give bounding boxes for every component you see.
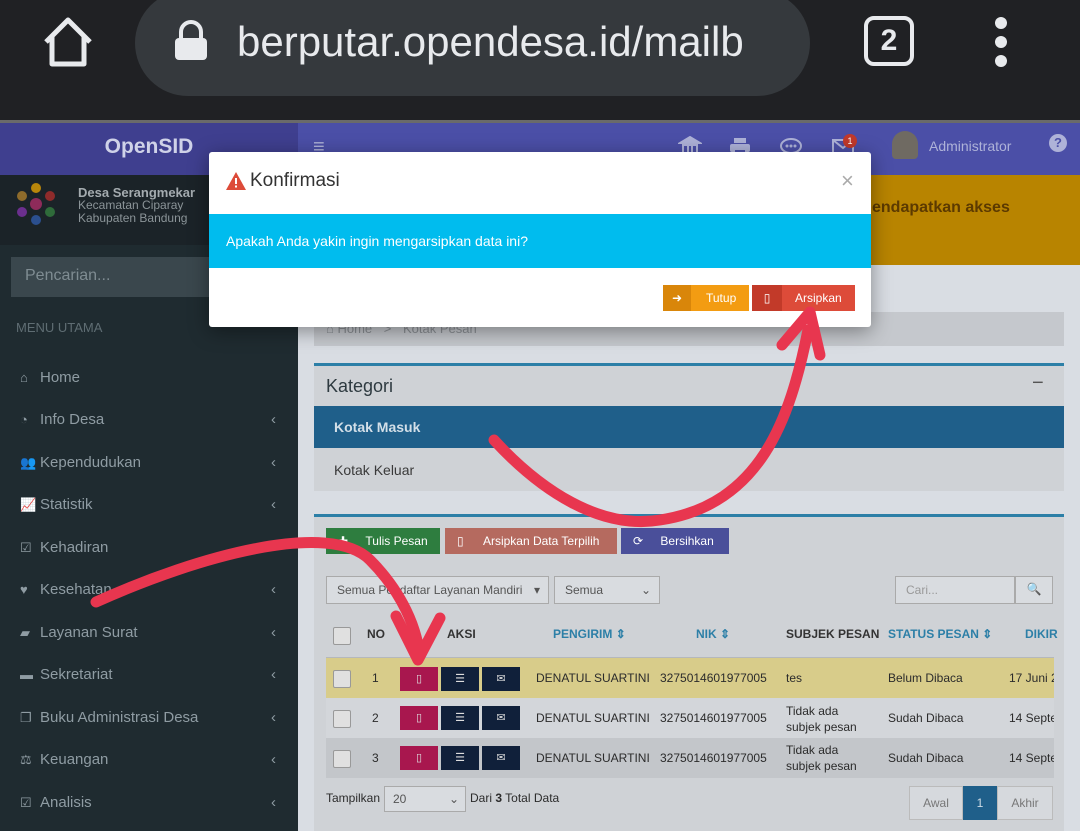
annotation-arrow-1 [90,537,424,651]
annotation-arrow-2 [488,324,814,527]
annotation-arrows [90,306,826,666]
